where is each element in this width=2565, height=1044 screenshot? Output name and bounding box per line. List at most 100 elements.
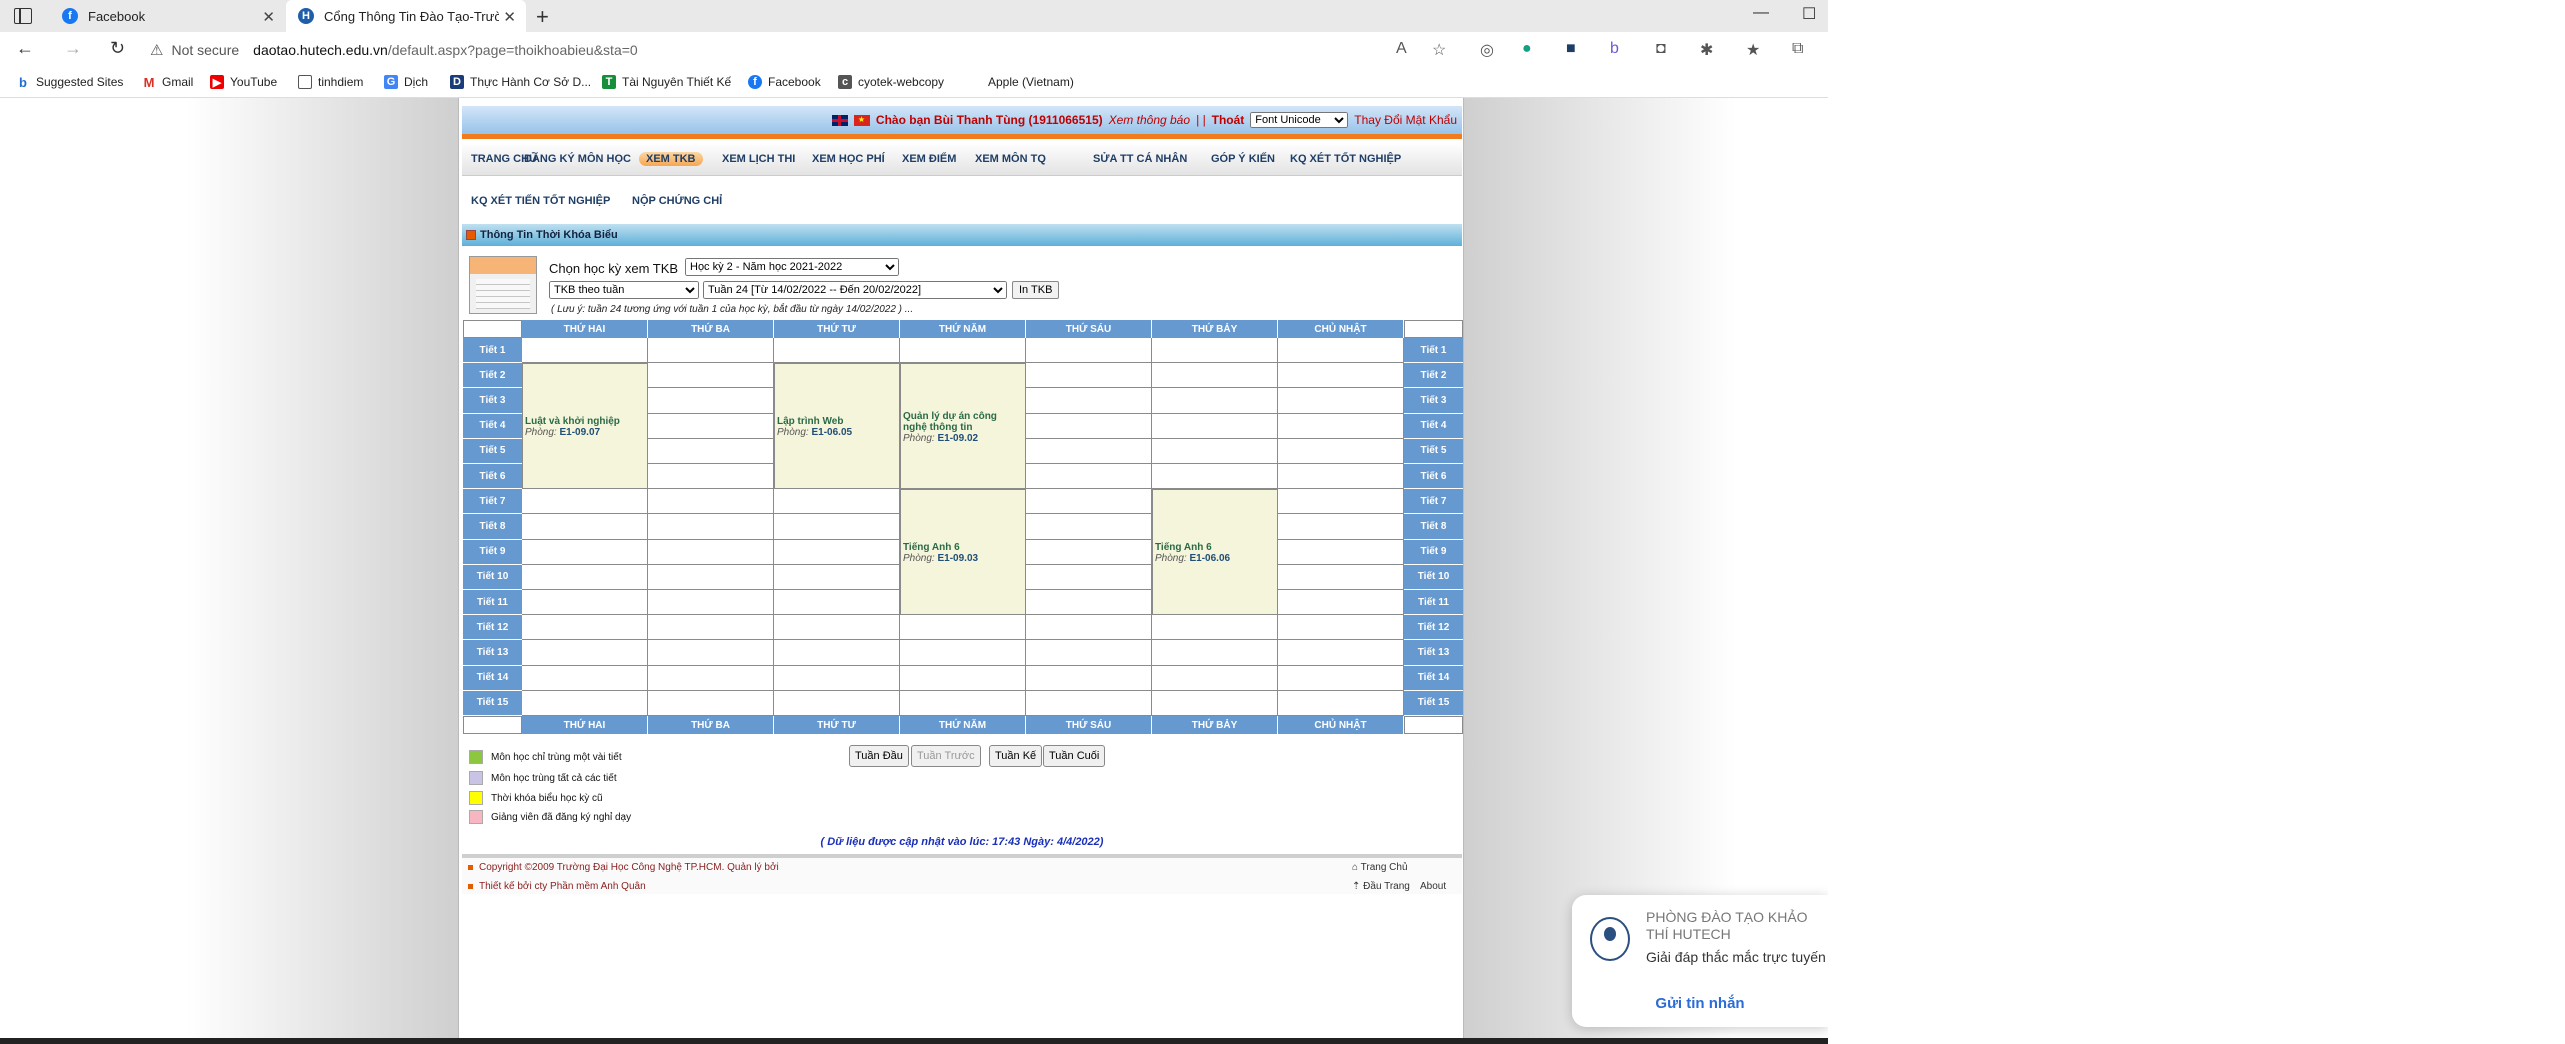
tab-actions-icon[interactable] xyxy=(14,8,32,24)
timetable-cell[interactable] xyxy=(648,690,774,716)
timetable-cell[interactable] xyxy=(1026,590,1152,616)
timetable-cell[interactable] xyxy=(1278,464,1404,490)
first-week-button[interactable]: Tuần Đầu xyxy=(849,745,909,767)
timetable-cell[interactable] xyxy=(1026,665,1152,691)
close-icon[interactable]: ✕ xyxy=(503,8,516,26)
timetable-cell[interactable] xyxy=(648,464,774,490)
timetable-cell[interactable] xyxy=(1278,438,1404,464)
change-password-link[interactable]: Thay Đổi Mật Khẩu xyxy=(1354,113,1457,127)
read-aloud-icon[interactable]: A xyxy=(1396,40,1407,58)
forward-icon[interactable]: → xyxy=(64,38,82,59)
footer-top-link[interactable]: ⇡ Đầu Trang xyxy=(1352,881,1410,892)
timetable-cell[interactable] xyxy=(1152,615,1278,641)
timetable-cell[interactable] xyxy=(648,615,774,641)
timetable-cell[interactable] xyxy=(648,514,774,540)
bookmark-suggested-sites[interactable]: b Suggested Sites xyxy=(16,75,123,90)
menu-grades[interactable]: XEM ĐIỂM xyxy=(902,153,956,165)
menu-feedback[interactable]: GÓP Ý KIẾN xyxy=(1211,153,1275,165)
send-message-button[interactable]: Gửi tin nhắn xyxy=(1572,995,1828,1012)
timetable-cell[interactable] xyxy=(1026,413,1152,439)
timetable-cell[interactable] xyxy=(522,564,648,590)
timetable-cell[interactable] xyxy=(648,564,774,590)
bookmark-cyotek[interactable]: c cyotek-webcopy xyxy=(838,75,944,89)
timetable-cell[interactable] xyxy=(1278,363,1404,389)
timetable-cell[interactable] xyxy=(1278,564,1404,590)
timetable-cell[interactable] xyxy=(1152,690,1278,716)
week-select[interactable]: Tuần 24 [Từ 14/02/2022 -- Đến 20/02/2022… xyxy=(703,281,1007,299)
timetable-cell[interactable] xyxy=(774,640,900,666)
timetable-cell[interactable] xyxy=(1026,514,1152,540)
footer-about-link[interactable]: About xyxy=(1420,881,1446,892)
bookmark-apple[interactable]: Apple (Vietnam) xyxy=(968,75,1074,89)
timetable-cell[interactable] xyxy=(900,615,1026,641)
timetable-cell[interactable] xyxy=(1278,690,1404,716)
favorites-icon[interactable]: ★ xyxy=(1746,40,1760,60)
menu-subjects[interactable]: XEM MÔN TQ xyxy=(975,153,1046,165)
timetable-cell[interactable] xyxy=(1278,665,1404,691)
timetable-cell[interactable] xyxy=(1026,640,1152,666)
extension-b-icon[interactable]: b xyxy=(1610,40,1619,58)
chat-widget[interactable]: PHÒNG ĐÀO TẠO KHẢO THÍ HUTECH Giải đáp t… xyxy=(1572,895,1828,1027)
bookmark-thuc-hanh[interactable]: D Thực Hành Cơ Sở D... xyxy=(450,75,591,89)
course-block[interactable]: Tiếng Anh 6 Phòng: E1-06.06 xyxy=(1152,489,1278,616)
timetable-cell[interactable] xyxy=(1152,640,1278,666)
timetable-cell[interactable] xyxy=(774,665,900,691)
grammarly-icon[interactable]: ● xyxy=(1522,40,1532,58)
timetable-cell[interactable] xyxy=(1278,640,1404,666)
menu-register[interactable]: ĐĂNG KÝ MÔN HỌC xyxy=(524,153,631,165)
timetable-cell[interactable] xyxy=(648,438,774,464)
timetable-cell[interactable] xyxy=(1026,464,1152,490)
timetable-cell[interactable] xyxy=(1278,590,1404,616)
timetable-cell[interactable] xyxy=(1152,464,1278,490)
vietnam-flag-icon[interactable] xyxy=(853,114,870,126)
bookmark-tai-nguyen[interactable]: T Tài Nguyên Thiết Kế xyxy=(602,75,731,89)
print-timetable-button[interactable]: In TKB xyxy=(1012,281,1060,299)
tab-facebook[interactable]: f Facebook ✕ xyxy=(50,0,285,32)
designer-text[interactable]: Thiết kế bởi cty Phần mềm Anh Quân xyxy=(479,881,646,892)
timetable-cell[interactable] xyxy=(522,690,648,716)
footer-home-link[interactable]: ⌂ Trang Chủ xyxy=(1352,862,1408,873)
bookmark-dich[interactable]: G Dịch xyxy=(384,75,428,89)
semester-select[interactable]: Học kỳ 2 - Năm học 2021-2022 xyxy=(685,258,899,276)
timetable-cell[interactable] xyxy=(774,489,900,515)
close-icon[interactable]: ✕ xyxy=(262,8,275,26)
timetable-cell[interactable] xyxy=(774,590,900,616)
timetable-cell[interactable] xyxy=(522,665,648,691)
timetable-cell[interactable] xyxy=(1278,338,1404,364)
extension-icon[interactable]: ◎ xyxy=(1480,40,1494,60)
course-block[interactable]: Tiếng Anh 6 Phòng: E1-09.03 xyxy=(900,489,1026,616)
english-flag-icon[interactable] xyxy=(831,114,848,126)
view-mode-select[interactable]: TKB theo tuần xyxy=(549,281,699,299)
url-input[interactable]: ⚠ Not secure daotao.hutech.edu.vn /defau… xyxy=(150,36,1430,64)
bookmark-gmail[interactable]: M Gmail xyxy=(142,75,194,90)
timetable-cell[interactable] xyxy=(900,338,1026,364)
bookmark-tinhdiem[interactable]: tinhdiem xyxy=(298,75,363,89)
timetable-cell[interactable] xyxy=(1278,514,1404,540)
timetable-cell[interactable] xyxy=(1278,539,1404,565)
timetable-cell[interactable] xyxy=(522,615,648,641)
timetable-cell[interactable] xyxy=(1152,338,1278,364)
timetable-cell[interactable] xyxy=(1152,665,1278,691)
logout-link[interactable]: Thoát xyxy=(1212,113,1245,127)
timetable-cell[interactable] xyxy=(1278,615,1404,641)
new-tab-icon[interactable]: + xyxy=(536,4,549,30)
back-icon[interactable]: ← xyxy=(16,38,34,59)
timetable-cell[interactable] xyxy=(648,539,774,565)
timetable-cell[interactable] xyxy=(774,690,900,716)
timetable-cell[interactable] xyxy=(774,564,900,590)
timetable-cell[interactable] xyxy=(522,514,648,540)
menu-tuition[interactable]: XEM HỌC PHÍ xyxy=(812,153,885,165)
timetable-cell[interactable] xyxy=(1026,388,1152,414)
timetable-cell[interactable] xyxy=(1152,438,1278,464)
timetable-cell[interactable] xyxy=(648,640,774,666)
timetable-cell[interactable] xyxy=(522,640,648,666)
timetable-cell[interactable] xyxy=(522,338,648,364)
timetable-cell[interactable] xyxy=(1026,690,1152,716)
screenshot-icon[interactable]: ◘ xyxy=(1656,40,1666,58)
timetable-cell[interactable] xyxy=(1026,615,1152,641)
next-week-button[interactable]: Tuần Kế xyxy=(989,745,1043,767)
timetable-cell[interactable] xyxy=(648,363,774,389)
timetable-cell[interactable] xyxy=(1026,338,1152,364)
refresh-icon[interactable]: ↻ xyxy=(110,38,125,59)
menu-exam-schedule[interactable]: XEM LỊCH THI xyxy=(722,153,795,165)
